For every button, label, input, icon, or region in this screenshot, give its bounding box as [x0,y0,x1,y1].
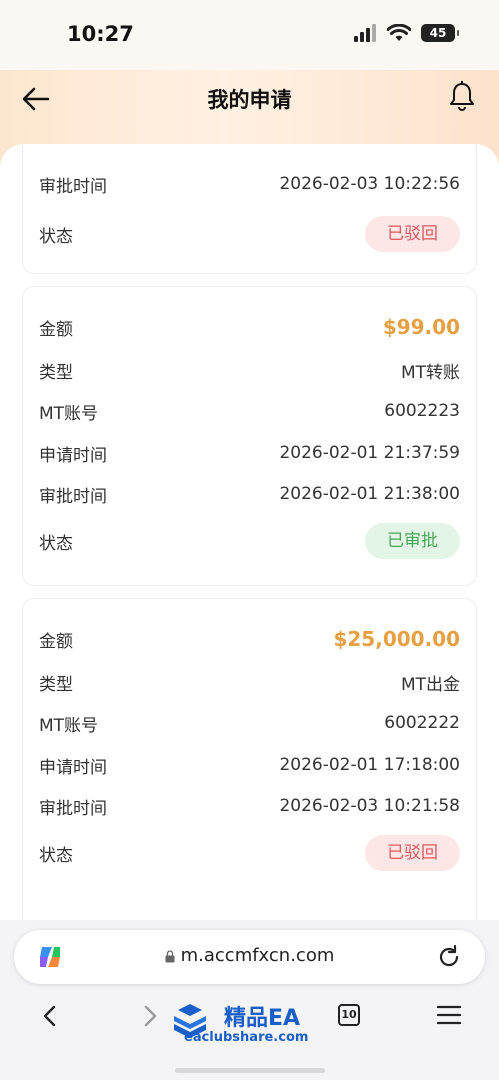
application-card: 金额 $25,000.00 类型 MT出金 MT账号 6002222 申请时间 … [22,598,477,920]
amount-value: $99.00 [382,315,460,339]
row-label: 审批时间 [39,486,107,507]
address-bar[interactable]: m.accmfxcn.com [14,930,485,984]
row-label: 申请时间 [39,757,107,778]
row-value: 2026-02-01 21:37:59 [279,443,460,463]
apply-time-row: 申请时间 2026-02-01 21:37:59 [39,437,460,469]
watermark: 精品EA eaclubshare.com [170,1000,340,1050]
url-text: m.accmfxcn.com [180,945,335,966]
row-label: 审批时间 [39,176,107,197]
hamburger-menu-icon [436,1005,462,1025]
navigation-bar: 我的申请 [0,72,499,126]
row-label: 类型 [39,362,73,383]
notification-button[interactable] [447,80,477,112]
status-time: 10:27 [67,22,134,46]
row-value: 6002222 [384,713,460,733]
watermark-subtitle: eaclubshare.com [184,1030,309,1045]
url-display[interactable]: m.accmfxcn.com [14,945,485,966]
status-bar: 10:27 45 [0,0,499,70]
amount-row: 金额 $25,000.00 [39,623,460,655]
status-badge: 已驳回 [365,216,460,252]
tabs-button[interactable]: 10 [338,1004,360,1026]
status-label: 状态 [39,226,73,247]
row-label: 审批时间 [39,798,107,819]
chevron-right-icon [144,1005,157,1027]
status-row: 状态 已驳回 [39,833,460,873]
lock-icon [165,949,175,962]
tab-count: 10 [341,1008,357,1021]
reload-icon[interactable] [435,943,463,971]
status-row: 状态 已审批 [39,521,460,561]
status-label: 状态 [39,533,73,554]
status-row: 状态 已驳回 [39,214,460,254]
battery-level: 45 [429,26,447,40]
application-list[interactable]: 审批时间 2026-02-03 10:22:56 状态 已驳回 金额 $99.0… [0,144,499,920]
row-value: 2026-02-03 10:22:56 [279,174,460,194]
type-row: 类型 MT转账 [39,354,460,386]
home-indicator [175,1068,325,1073]
approve-time-row: 审批时间 2026-02-01 21:38:00 [39,478,460,510]
page-title: 我的申请 [207,88,292,112]
status-label: 状态 [39,845,73,866]
row-value: 2026-02-03 10:21:58 [279,796,460,816]
account-row: MT账号 6002222 [39,707,460,739]
browser-chrome: m.accmfxcn.com 精品EA eaclubshare.com 10 [0,920,499,1080]
type-row: 类型 MT出金 [39,666,460,698]
approve-time-row: 审批时间 2026-02-03 10:21:58 [39,790,460,822]
row-value: MT出金 [400,674,460,695]
row-label: MT账号 [39,403,99,424]
amount-value: $25,000.00 [333,627,460,651]
approve-time-row: 审批时间 2026-02-03 10:22:56 [39,168,460,200]
application-card: 金额 $99.00 类型 MT转账 MT账号 6002223 申请时间 2026… [22,286,477,586]
watermark-title: 精品EA [224,1006,301,1031]
wifi-icon [387,24,411,41]
battery-icon: 45 [421,24,459,42]
row-value: 6002223 [384,401,460,421]
account-row: MT账号 6002223 [39,395,460,427]
amount-label: 金额 [39,319,73,340]
row-label: 申请时间 [39,445,107,466]
row-value: 2026-02-01 21:38:00 [279,484,460,504]
back-nav-button[interactable] [38,1002,62,1030]
row-label: 类型 [39,674,73,695]
chevron-left-icon [43,1005,56,1027]
cellular-signal-icon [354,24,376,42]
row-label: MT账号 [39,715,99,736]
apply-time-row: 申请时间 2026-02-01 17:18:00 [39,749,460,781]
application-card: 审批时间 2026-02-03 10:22:56 状态 已驳回 [22,144,477,274]
status-badge: 已审批 [365,523,460,559]
forward-nav-button[interactable] [138,1002,162,1030]
amount-label: 金额 [39,631,73,652]
status-badge: 已驳回 [365,835,460,871]
status-icons: 45 [353,24,459,42]
amount-row: 金额 $99.00 [39,311,460,343]
row-value: MT转账 [400,362,460,383]
row-value: 2026-02-01 17:18:00 [279,755,460,775]
bell-icon [450,81,474,111]
menu-button[interactable] [436,1004,462,1026]
